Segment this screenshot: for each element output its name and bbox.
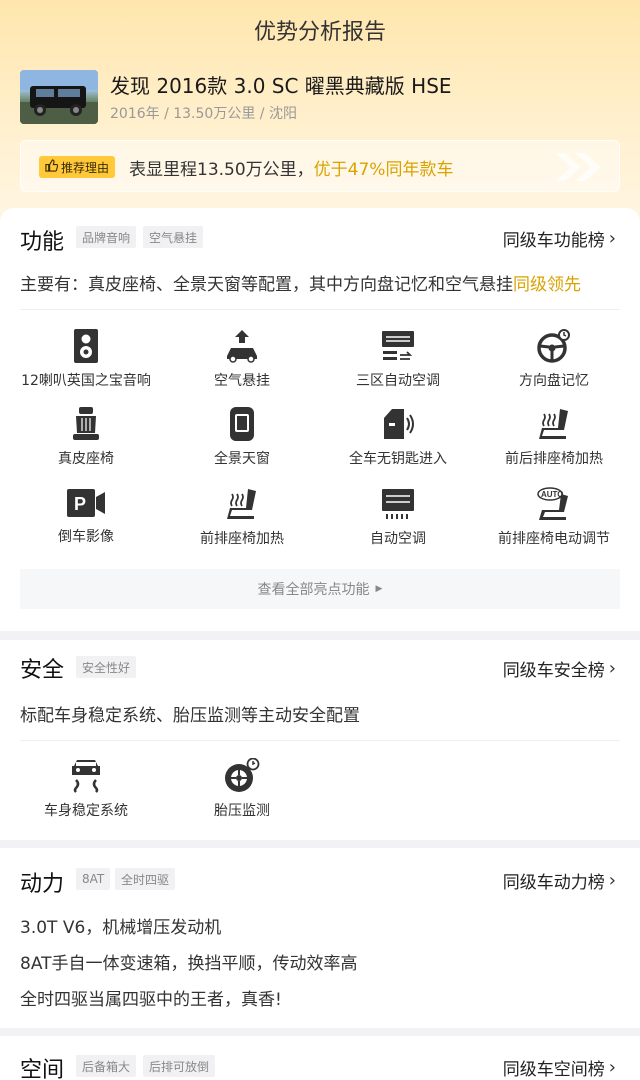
car-thumbnail[interactable] <box>20 70 98 124</box>
safety-rank-link[interactable]: 同级车安全榜 › <box>503 656 616 681</box>
safety-summary: 标配车身稳定系统、胎压监测等主动安全配置 <box>20 706 360 726</box>
triangle-right-icon: ▶ <box>375 584 383 594</box>
function-section: 功能 品牌音响 空气悬挂 同级车功能榜 › 主要有：真皮座椅、全景天窗等配置，其… <box>0 208 640 631</box>
power-line: 3.0T V6，机械增压发动机 <box>20 918 222 938</box>
stability-icon <box>72 760 100 793</box>
chevron-right-icon: › <box>608 1057 616 1078</box>
function-summary: 主要有：真皮座椅、全景天窗等配置，其中方向盘记忆和空气悬挂同级领先 <box>20 270 581 295</box>
chevron-right-icon: › <box>608 658 616 679</box>
power-tag: 8AT <box>76 868 111 890</box>
power-tag: 全时四驱 <box>115 868 176 890</box>
feature-item[interactable]: 全车无钥匙进入 <box>318 406 478 468</box>
power-line: 全时四驱当属四驱中的王者，真香! <box>20 990 282 1010</box>
feature-label: 全景天窗 <box>214 451 270 467</box>
feature-label: 倒车影像 <box>58 529 114 545</box>
feature-item[interactable]: 12喇叭英国之宝音响 <box>6 328 166 390</box>
safety-tag: 安全性好 <box>76 656 137 678</box>
feature-item[interactable]: P 倒车影像 <box>6 486 166 546</box>
feature-label: 前后排座椅加热 <box>505 451 603 467</box>
report-header: 优势分析报告 发现 2016款 3.0 SC 曜黑典藏版 HSE 2016年 /… <box>0 0 640 240</box>
function-title: 功能 <box>20 230 65 255</box>
power-line: 8AT手自一体变速箱，换挡平顺，传动效率高 <box>20 954 358 974</box>
feature-label: 空气悬挂 <box>214 373 270 389</box>
steering-memory-icon <box>537 329 570 363</box>
feature-label: 12喇叭英国之宝音响 <box>21 373 151 389</box>
function-tag: 空气悬挂 <box>143 226 204 248</box>
double-chevron-decoration-icon <box>555 153 601 181</box>
function-tag: 品牌音响 <box>76 226 137 248</box>
sunroof-icon <box>230 407 254 441</box>
space-rank-label: 同级车空间榜 <box>502 1060 605 1080</box>
function-rank-label: 同级车功能榜 <box>502 231 605 251</box>
function-summary-text: 主要有：真皮座椅、全景天窗等配置，其中方向盘记忆和空气悬挂 <box>20 275 513 295</box>
car-name: 发现 2016款 3.0 SC 曜黑典藏版 HSE <box>110 74 452 98</box>
mileage-text: 表显里程13.50万公里， <box>129 160 314 180</box>
chevron-right-icon: › <box>608 870 616 891</box>
space-title: 空间 <box>20 1058 65 1080</box>
air-suspension-icon <box>227 330 257 363</box>
feature-item[interactable]: 胎压监测 <box>162 758 322 820</box>
feature-label: 车身稳定系统 <box>44 803 128 819</box>
feature-item[interactable]: 自动空调 <box>318 486 478 548</box>
feature-item[interactable]: 真皮座椅 <box>6 406 166 468</box>
page-title: 优势分析报告 <box>253 20 386 45</box>
thumbs-up-icon <box>45 159 59 175</box>
feature-label: 方向盘记忆 <box>519 373 589 389</box>
svg-text:AUTO: AUTO <box>541 490 564 499</box>
feature-label: 自动空调 <box>370 531 426 547</box>
svg-text:P: P <box>74 494 86 514</box>
space-rank-link[interactable]: 同级车空间榜 › <box>503 1055 616 1080</box>
auto-ac-icon <box>382 489 414 519</box>
chevron-right-icon: › <box>608 228 616 249</box>
safety-title: 安全 <box>20 658 65 683</box>
climate-zone-icon <box>382 331 414 360</box>
power-seat-icon: AUTO <box>537 487 568 520</box>
leather-seat-icon <box>73 407 99 440</box>
space-tag: 后备箱大 <box>76 1055 137 1077</box>
recommend-reason-text: 表显里程13.50万公里，优于47%同年款车 <box>129 155 453 180</box>
function-summary-highlight: 同级领先 <box>513 275 581 295</box>
view-all-features-button[interactable]: 查看全部亮点功能 ▶ <box>20 569 620 609</box>
feature-item[interactable]: 三区自动空调 <box>318 328 478 390</box>
recommend-tag: 推荐理由 <box>39 156 116 178</box>
feature-item[interactable]: 空气悬挂 <box>162 328 322 390</box>
seat-heat-icon <box>539 409 568 439</box>
mileage-highlight: 优于47%同年款车 <box>313 160 454 180</box>
tire-pressure-icon <box>225 758 260 792</box>
car-meta: 2016年 / 13.50万公里 / 沈阳 <box>110 106 297 122</box>
feature-item[interactable]: 方向盘记忆 <box>474 328 634 390</box>
feature-label: 三区自动空调 <box>356 373 440 389</box>
feature-item[interactable]: AUTO 前排座椅电动调节 <box>474 486 634 548</box>
safety-section: 安全 安全性好 同级车安全榜 › 标配车身稳定系统、胎压监测等主动安全配置 车身… <box>0 640 640 840</box>
safety-rank-label: 同级车安全榜 <box>502 661 605 681</box>
feature-label: 全车无钥匙进入 <box>349 451 447 467</box>
power-rank-link[interactable]: 同级车动力榜 › <box>503 868 616 893</box>
feature-item[interactable]: 前后排座椅加热 <box>474 406 634 468</box>
feature-item[interactable]: 全景天窗 <box>162 406 322 468</box>
power-section: 动力 8AT 全时四驱 同级车动力榜 › 3.0T V6，机械增压发动机 8AT… <box>0 848 640 1028</box>
feature-item[interactable]: 前排座椅加热 <box>162 486 322 548</box>
speaker-icon <box>74 329 98 363</box>
seat-heat-icon <box>227 489 256 519</box>
recommend-reason-box: 推荐理由 表显里程13.50万公里，优于47%同年款车 <box>20 140 620 192</box>
recommend-tag-label: 推荐理由 <box>61 160 110 175</box>
power-title: 动力 <box>20 872 65 897</box>
feature-label: 前排座椅加热 <box>200 531 284 547</box>
feature-label: 前排座椅电动调节 <box>498 531 610 547</box>
feature-item[interactable]: 车身稳定系统 <box>6 758 166 820</box>
keyless-entry-icon <box>384 409 414 439</box>
reverse-camera-icon: P <box>67 489 105 517</box>
view-all-label: 查看全部亮点功能 <box>257 582 370 598</box>
divider <box>20 309 620 310</box>
feature-label: 真皮座椅 <box>58 451 114 467</box>
power-rank-label: 同级车动力榜 <box>502 873 605 893</box>
space-section: 空间 后备箱大 后排可放倒 同级车空间榜 › <box>0 1036 640 1080</box>
space-tag: 后排可放倒 <box>143 1055 216 1077</box>
divider <box>20 740 620 741</box>
feature-label: 胎压监测 <box>214 803 270 819</box>
function-rank-link[interactable]: 同级车功能榜 › <box>503 226 616 251</box>
